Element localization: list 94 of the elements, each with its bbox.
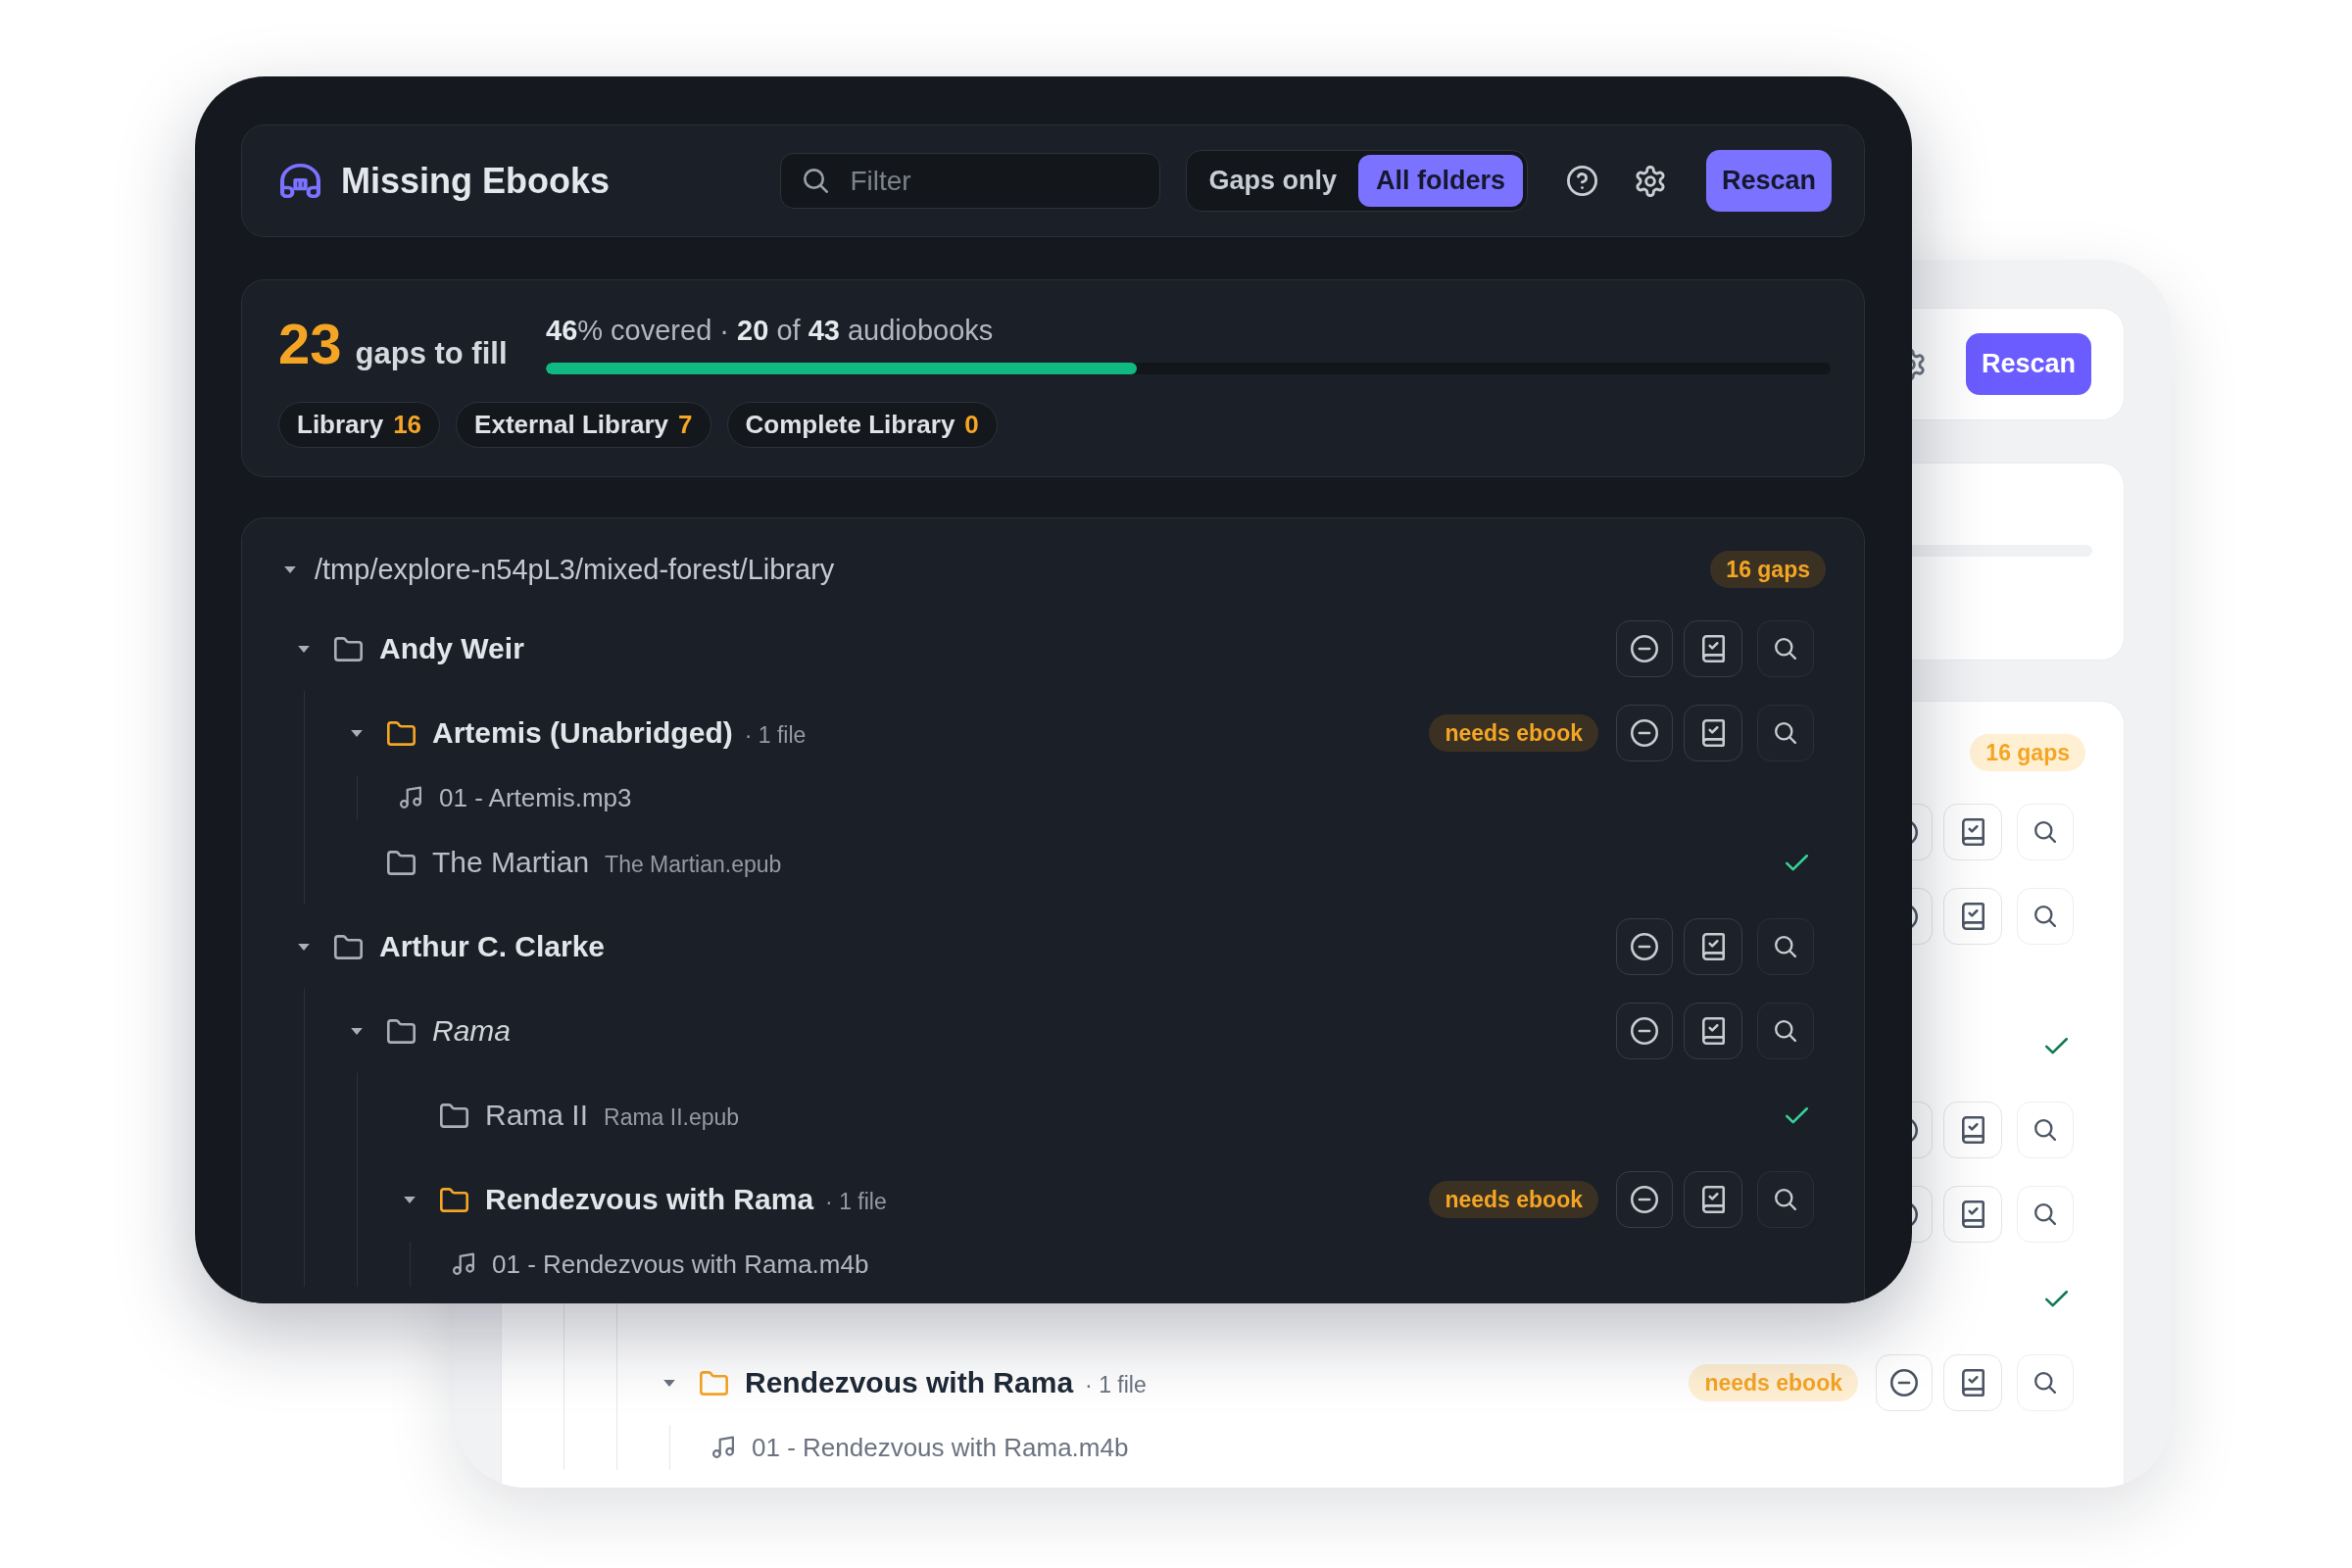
gaps-badge: 16 gaps (1710, 551, 1826, 588)
book-check-icon (1961, 1369, 1984, 1396)
book-check-button[interactable] (1684, 918, 1742, 975)
book-check-icon (1961, 1116, 1984, 1144)
minus-circle-icon (1890, 1369, 1918, 1396)
headphones-icon (280, 164, 320, 198)
book-check-icon (1701, 1186, 1725, 1213)
book-check-button[interactable] (1684, 1003, 1742, 1059)
music-note-icon (400, 786, 421, 809)
gaps-badge: 16 gaps (1970, 734, 2085, 771)
search-button[interactable] (1757, 705, 1814, 761)
minus-circle-icon (1631, 1186, 1658, 1213)
count-chip: Complete Library 0 (726, 402, 998, 448)
folder-name: Rendezvous with Rama (745, 1366, 1074, 1399)
search-icon (2034, 1372, 2056, 1394)
search-button[interactable] (1757, 1003, 1814, 1059)
caret-icon[interactable] (298, 645, 310, 653)
folder-name: Arthur C. Clarke (379, 930, 606, 963)
minus-circle-icon (1631, 635, 1658, 662)
caret-icon[interactable] (404, 1196, 416, 1203)
check-icon (2045, 1037, 2068, 1054)
folder-icon (334, 636, 363, 662)
book-check-icon (1701, 719, 1725, 747)
minus-button[interactable] (1616, 1003, 1673, 1059)
coverage-text: 46% covered · 20 of 43 audiobooks (546, 314, 995, 348)
book-check-icon (1701, 1017, 1725, 1045)
check-icon (2045, 1290, 2068, 1307)
caret-icon[interactable] (351, 729, 363, 737)
caret-icon[interactable] (663, 1379, 675, 1387)
music-note-icon (712, 1436, 734, 1459)
gap-label: gaps to fill (355, 336, 508, 371)
book-check-button[interactable] (1684, 620, 1742, 677)
folder-icon (334, 934, 363, 959)
book-check-icon (1961, 903, 1984, 930)
book-check-icon (1961, 1200, 1984, 1228)
settings-icon[interactable] (1912, 348, 1926, 380)
search-icon (1775, 722, 1796, 744)
help-icon[interactable] (1567, 166, 1597, 196)
folder-name: Artemis (Unabridged) (432, 716, 733, 750)
file-count: · 1 file (744, 722, 807, 749)
search-button[interactable] (1757, 918, 1814, 975)
filter-field[interactable]: Filter (780, 153, 1161, 209)
folder-name: Rendezvous with Rama (485, 1183, 814, 1216)
caret-icon[interactable] (284, 565, 296, 573)
search-icon (1775, 936, 1796, 957)
search-icon (2034, 821, 2056, 843)
search-icon (1775, 1020, 1796, 1042)
status-badge: needs ebook (1429, 714, 1598, 752)
minus-button[interactable] (1616, 918, 1673, 975)
caret-icon[interactable] (298, 943, 310, 951)
file-name: 01 - Rendezvous with Rama.m4b (492, 1249, 869, 1280)
app-title: Missing Ebooks (341, 160, 611, 202)
folder-name: Rama (432, 1014, 512, 1048)
search-icon (804, 169, 829, 193)
search-icon (2034, 1203, 2056, 1225)
book-check-button[interactable] (1684, 705, 1742, 761)
search-icon (1775, 638, 1796, 660)
book-check-icon (1701, 933, 1725, 960)
count-chip: External Library 7 (456, 402, 711, 448)
book-check-icon (1701, 635, 1725, 662)
folder-name: The Martian (432, 846, 590, 879)
rescan-button[interactable]: Rescan (1966, 333, 2091, 395)
toggle-option[interactable]: All folders (1357, 155, 1523, 207)
book-check-icon (1961, 818, 1984, 846)
gap-count: 23 (278, 316, 342, 372)
ebook-filename: Rama II.epub (604, 1104, 740, 1131)
file-count: · 1 file (825, 1189, 887, 1215)
search-icon (1775, 1189, 1796, 1210)
status-badge: needs ebook (1689, 1364, 1858, 1401)
folder-name: Andy Weir (379, 632, 524, 665)
search-button[interactable] (1757, 1171, 1814, 1228)
search-icon (2034, 906, 2056, 927)
minus-circle-icon (1631, 719, 1658, 747)
file-name: 01 - Artemis.mp3 (439, 782, 632, 813)
rescan-button[interactable]: Rescan (1706, 150, 1832, 212)
book-check-button[interactable] (1684, 1171, 1742, 1228)
folder-icon (387, 1018, 416, 1044)
minus-circle-icon (1631, 1017, 1658, 1045)
file-count: · 1 file (1085, 1372, 1147, 1398)
minus-circle-icon (1631, 933, 1658, 960)
caret-icon[interactable] (351, 1027, 363, 1035)
file-name: 01 - Rendezvous with Rama.m4b (752, 1432, 1129, 1463)
search-button[interactable] (1757, 620, 1814, 677)
toggle-option[interactable]: Gaps only (1191, 155, 1354, 207)
folder-name: Rama II (485, 1099, 589, 1132)
minus-button[interactable] (1616, 705, 1673, 761)
count-chip: Library 16 (278, 402, 441, 448)
minus-button[interactable] (1616, 620, 1673, 677)
status-badge: needs ebook (1429, 1181, 1598, 1218)
search-icon (2034, 1119, 2056, 1141)
ebook-filename: The Martian.epub (605, 852, 782, 878)
minus-button[interactable] (1616, 1171, 1673, 1228)
folder-path: /tmp/explore-n54pL3/mixed-forest/Library (315, 553, 835, 586)
music-note-icon (453, 1252, 474, 1276)
